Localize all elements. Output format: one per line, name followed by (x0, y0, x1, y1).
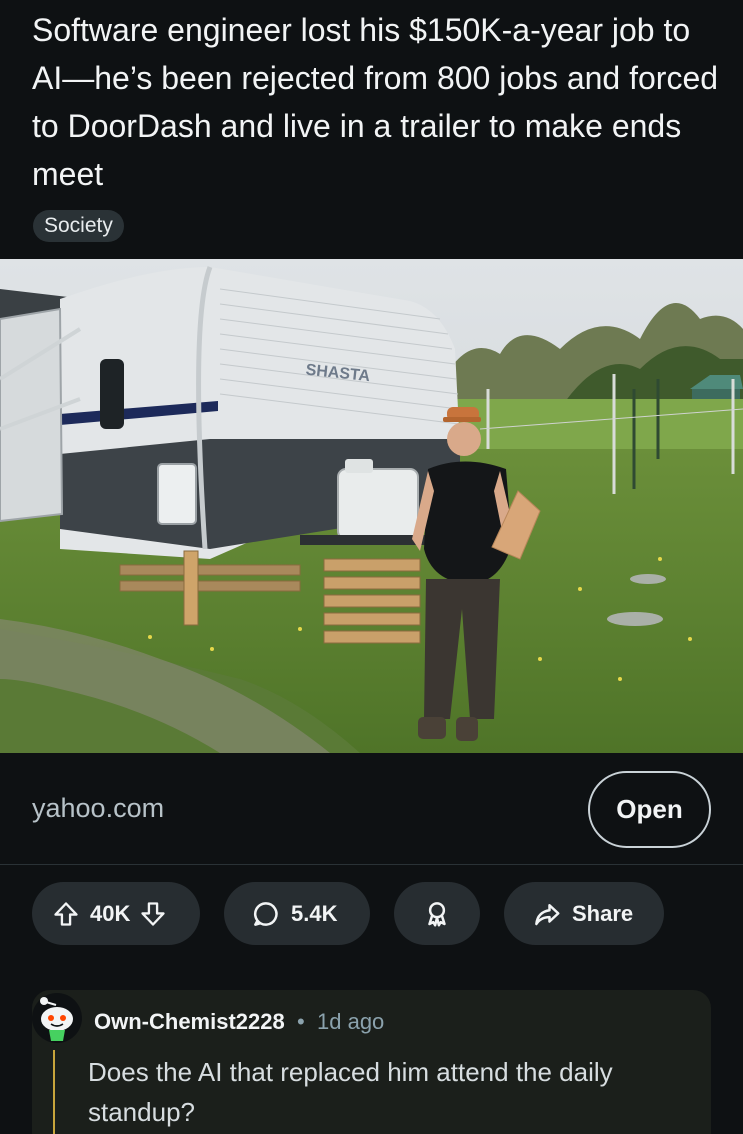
comment-separator: • (297, 1009, 305, 1034)
divider (0, 864, 743, 865)
share-button[interactable]: Share (504, 882, 664, 945)
post-title[interactable]: Software engineer lost his $150K-a-year … (32, 6, 722, 198)
post-image[interactable]: SHASTA (0, 259, 743, 753)
comments-button[interactable]: 5.4K (224, 882, 370, 945)
share-icon (535, 903, 560, 925)
downvote-icon[interactable] (139, 900, 167, 928)
thread-line (53, 1050, 55, 1134)
comment-icon (253, 901, 278, 926)
comment-username[interactable]: Own-Chemist2228 (94, 1008, 285, 1036)
vote-bar: 40K (32, 882, 200, 945)
snoo-avatar-icon[interactable] (32, 993, 82, 1043)
share-label: Share (572, 900, 634, 926)
comment-count: 5.4K (291, 900, 338, 926)
comment-timestamp: 1d ago (317, 1009, 385, 1034)
upvote-icon[interactable] (52, 900, 80, 928)
comment-body: Does the AI that replaced him attend the… (88, 1057, 613, 1127)
vote-count: 40K (90, 900, 131, 926)
award-icon (428, 901, 446, 926)
reddit-post-page: Software engineer lost his $150K-a-year … (0, 0, 743, 1134)
open-link-button[interactable]: Open (588, 771, 711, 848)
post-flair[interactable]: Society (33, 210, 124, 242)
link-domain[interactable]: yahoo.com (32, 790, 164, 826)
award-button[interactable] (394, 882, 480, 945)
